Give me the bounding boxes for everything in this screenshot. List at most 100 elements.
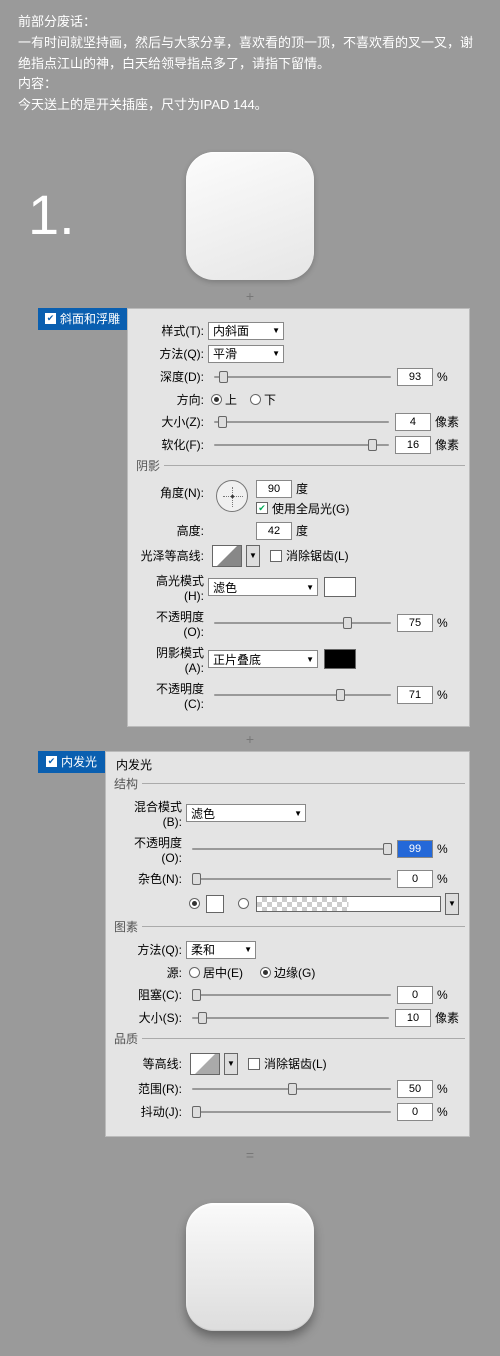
altitude-label: 高度:: [138, 522, 208, 539]
angle-input[interactable]: 90: [256, 480, 292, 498]
technique-select[interactable]: 平滑▼: [208, 345, 284, 363]
direction-label: 方向:: [138, 391, 208, 408]
choke-label: 阻塞(C):: [116, 986, 186, 1003]
direction-down-radio[interactable]: [250, 394, 261, 405]
highlight-opacity-slider[interactable]: [214, 615, 391, 631]
gradient-dropdown[interactable]: ▼: [445, 893, 459, 915]
plus-separator-2: +: [0, 731, 500, 747]
bevel-panel-row: ✔ 斜面和浮雕 样式(T): 内斜面▼ 方法(Q): 平滑▼ 深度(D): 93…: [38, 308, 470, 727]
glow-antialias-label: 消除锯齿(L): [264, 1055, 327, 1072]
highlight-opacity-input[interactable]: 75: [397, 614, 433, 632]
bevel-size-input[interactable]: 4: [395, 413, 431, 431]
style-select[interactable]: 内斜面▼: [208, 322, 284, 340]
gradient-bar[interactable]: [256, 896, 441, 912]
global-light-label: 使用全局光(G): [272, 500, 349, 517]
pct-unit: %: [437, 370, 459, 384]
method-select[interactable]: 柔和▼: [186, 941, 256, 959]
bevel-tab-checkbox[interactable]: ✔: [45, 313, 56, 324]
icon-preview-bottom-wrap: [0, 1203, 500, 1331]
glow-antialias-checkbox[interactable]: [248, 1058, 260, 1070]
icon-preview-top-wrap: [0, 152, 500, 280]
antialias-checkbox[interactable]: [270, 550, 282, 562]
structure-category: 结构: [110, 775, 142, 792]
quality-category: 品质: [110, 1030, 142, 1047]
shadow-mode-select[interactable]: 正片叠底▼: [208, 650, 318, 668]
highlight-mode-select[interactable]: 滤色▼: [208, 578, 318, 596]
bevel-tab[interactable]: ✔ 斜面和浮雕: [38, 308, 127, 330]
technique-label: 方法(Q):: [138, 345, 208, 362]
glow-color[interactable]: [206, 895, 224, 913]
shadow-opacity-slider[interactable]: [214, 687, 391, 703]
shadow-color[interactable]: [324, 649, 356, 669]
global-light-checkbox[interactable]: ✔: [256, 502, 268, 514]
depth-slider[interactable]: [214, 369, 391, 385]
center-radio[interactable]: [189, 967, 200, 978]
intro-text: 前部分废话： 一有时间就坚持画，然后与大家分享，喜欢看的顶一顶，不喜欢看的叉一叉…: [0, 0, 500, 124]
glow-tab-checkbox[interactable]: ✔: [46, 756, 57, 767]
bevel-size-slider[interactable]: [214, 414, 389, 430]
contour-swatch[interactable]: [190, 1053, 220, 1075]
angle-label: 角度(N):: [138, 484, 208, 501]
elements-category: 图素: [110, 918, 142, 935]
jitter-slider[interactable]: [192, 1104, 391, 1120]
edge-radio[interactable]: [260, 967, 271, 978]
glow-tab-label: 内发光: [61, 753, 97, 770]
style-label: 样式(T):: [138, 322, 208, 339]
shadow-mode-label: 阴影模式(A):: [138, 644, 208, 675]
source-label: 源:: [116, 964, 186, 981]
noise-label: 杂色(N):: [116, 870, 186, 887]
soften-label: 软化(F):: [138, 436, 208, 453]
choke-input[interactable]: 0: [397, 986, 433, 1004]
content-label: 内容：: [18, 74, 482, 95]
range-label: 范围(R):: [116, 1080, 186, 1097]
shadow-opacity-input[interactable]: 71: [397, 686, 433, 704]
angle-control[interactable]: [216, 480, 248, 512]
jitter-input[interactable]: 0: [397, 1103, 433, 1121]
contour-label: 等高线:: [116, 1055, 186, 1072]
intro-body: 一有时间就坚持画，然后与大家分享，喜欢看的顶一顶，不喜欢看的叉一叉，谢绝指点江山…: [18, 33, 482, 75]
choke-slider[interactable]: [192, 987, 391, 1003]
method-label: 方法(Q):: [116, 941, 186, 958]
range-input[interactable]: 50: [397, 1080, 433, 1098]
contour-dropdown[interactable]: ▼: [224, 1053, 238, 1075]
shadow-category: 阴影: [132, 457, 164, 474]
px-unit: 像素: [435, 413, 459, 430]
depth-label: 深度(D):: [138, 368, 208, 385]
step-number: 1.: [28, 182, 75, 247]
shadow-opacity-label: 不透明度(C):: [138, 680, 208, 711]
glow-opacity-slider[interactable]: [192, 841, 391, 857]
blend-select[interactable]: 滤色▼: [186, 804, 306, 822]
range-slider[interactable]: [192, 1081, 391, 1097]
size-label: 大小(Z):: [138, 413, 208, 430]
glow-opacity-input[interactable]: 99: [397, 840, 433, 858]
gloss-contour[interactable]: [212, 545, 242, 567]
noise-slider[interactable]: [192, 871, 391, 887]
eq-separator: =: [0, 1147, 500, 1163]
gloss-label: 光泽等高线:: [138, 547, 208, 564]
soften-slider[interactable]: [214, 437, 389, 453]
glow-size-slider[interactable]: [192, 1010, 389, 1026]
noise-input[interactable]: 0: [397, 870, 433, 888]
glow-panel: 内发光 结构 混合模式(B): 滤色▼ 不透明度(O): 99 % 杂色(N):…: [105, 751, 470, 1137]
gradient-radio[interactable]: [238, 898, 249, 909]
direction-up-radio[interactable]: [211, 394, 222, 405]
glow-size-input[interactable]: 10: [395, 1009, 431, 1027]
blend-label: 混合模式(B):: [116, 798, 186, 829]
jitter-label: 抖动(J):: [116, 1103, 186, 1120]
content-body: 今天送上的是开关插座，尺寸为IPAD 144。: [18, 95, 482, 116]
soften-input[interactable]: 16: [395, 436, 431, 454]
icon-preview-top: [186, 152, 314, 280]
antialias-label: 消除锯齿(L): [286, 547, 349, 564]
glow-tab[interactable]: ✔ 内发光: [38, 751, 105, 773]
icon-preview-bottom: [186, 1203, 314, 1331]
intro-title: 前部分废话：: [18, 12, 482, 33]
highlight-color[interactable]: [324, 577, 356, 597]
highlight-mode-label: 高光模式(H):: [138, 572, 208, 603]
gloss-dropdown[interactable]: ▼: [246, 545, 260, 567]
altitude-input[interactable]: 42: [256, 522, 292, 540]
depth-input[interactable]: 93: [397, 368, 433, 386]
glow-panel-row: ✔ 内发光 内发光 结构 混合模式(B): 滤色▼ 不透明度(O): 99 % …: [38, 751, 470, 1137]
color-radio[interactable]: [189, 898, 200, 909]
bevel-tab-label: 斜面和浮雕: [60, 310, 120, 327]
glow-size-label: 大小(S):: [116, 1009, 186, 1026]
